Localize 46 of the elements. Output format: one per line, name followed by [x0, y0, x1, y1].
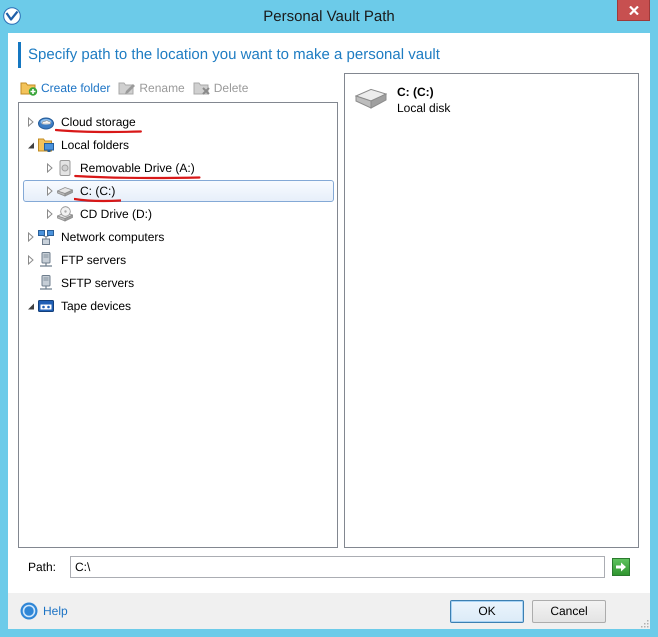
tree-item[interactable]: Tape devices	[23, 295, 334, 317]
tree-item[interactable]: Removable Drive (A:)	[23, 157, 334, 179]
expand-arrow-icon[interactable]	[46, 163, 54, 173]
tape-icon	[38, 298, 54, 314]
app-logo-icon	[3, 6, 21, 24]
help-icon	[20, 602, 38, 620]
path-field[interactable]: C:\	[70, 556, 605, 578]
dialog-heading: Specify path to the location you want to make a personal vault	[18, 42, 650, 68]
close-icon	[628, 6, 638, 14]
go-button[interactable]	[612, 558, 630, 576]
window-title: Personal Vault Path	[262, 8, 396, 24]
expand-arrow-icon[interactable]	[46, 209, 54, 219]
tree-item[interactable]: CD Drive (D:)	[23, 203, 334, 225]
create-folder-button[interactable]: Create folder	[18, 80, 112, 96]
expand-arrow-icon[interactable]	[27, 232, 35, 242]
drive-entry[interactable]: C: (C:) Local disk	[355, 84, 628, 116]
resize-grip-icon[interactable]	[639, 618, 649, 628]
folder-x-icon	[192, 80, 211, 96]
expand-arrow-icon[interactable]	[46, 186, 54, 196]
folder-pencil-icon	[118, 80, 136, 96]
drive-type: Local disk	[397, 100, 450, 116]
collapse-arrow-icon[interactable]	[27, 140, 35, 150]
tree-item[interactable]: C: (C:)	[23, 180, 334, 202]
server-icon	[38, 275, 54, 291]
path-label: Path:	[28, 560, 58, 574]
tree-item[interactable]: SFTP servers	[23, 272, 334, 294]
dialog-button[interactable]: OK	[450, 600, 524, 622]
cd-drive-icon	[57, 206, 73, 222]
tree-item[interactable]: Local folders	[23, 134, 334, 156]
help-link[interactable]: Help	[20, 602, 68, 620]
tree-item[interactable]: Cloud storage	[23, 111, 334, 133]
dialog-button[interactable]: Cancel	[532, 600, 606, 622]
tree-item[interactable]: FTP servers	[23, 249, 334, 271]
folder-plus-icon	[20, 80, 38, 96]
drive-title: C: (C:)	[397, 84, 435, 100]
expand-arrow-icon[interactable]	[27, 255, 35, 265]
expand-arrow-icon[interactable]	[27, 117, 35, 127]
tree-item[interactable]: Network computers	[23, 226, 334, 248]
network-icon	[38, 229, 54, 245]
close-button[interactable]	[617, 0, 650, 21]
server-icon	[38, 252, 54, 268]
drive-icon	[57, 160, 73, 176]
arrow-right-icon	[615, 561, 627, 573]
collapse-arrow-icon[interactable]	[27, 301, 35, 311]
folder-icon	[38, 137, 54, 153]
hard-disk-icon	[355, 88, 387, 110]
